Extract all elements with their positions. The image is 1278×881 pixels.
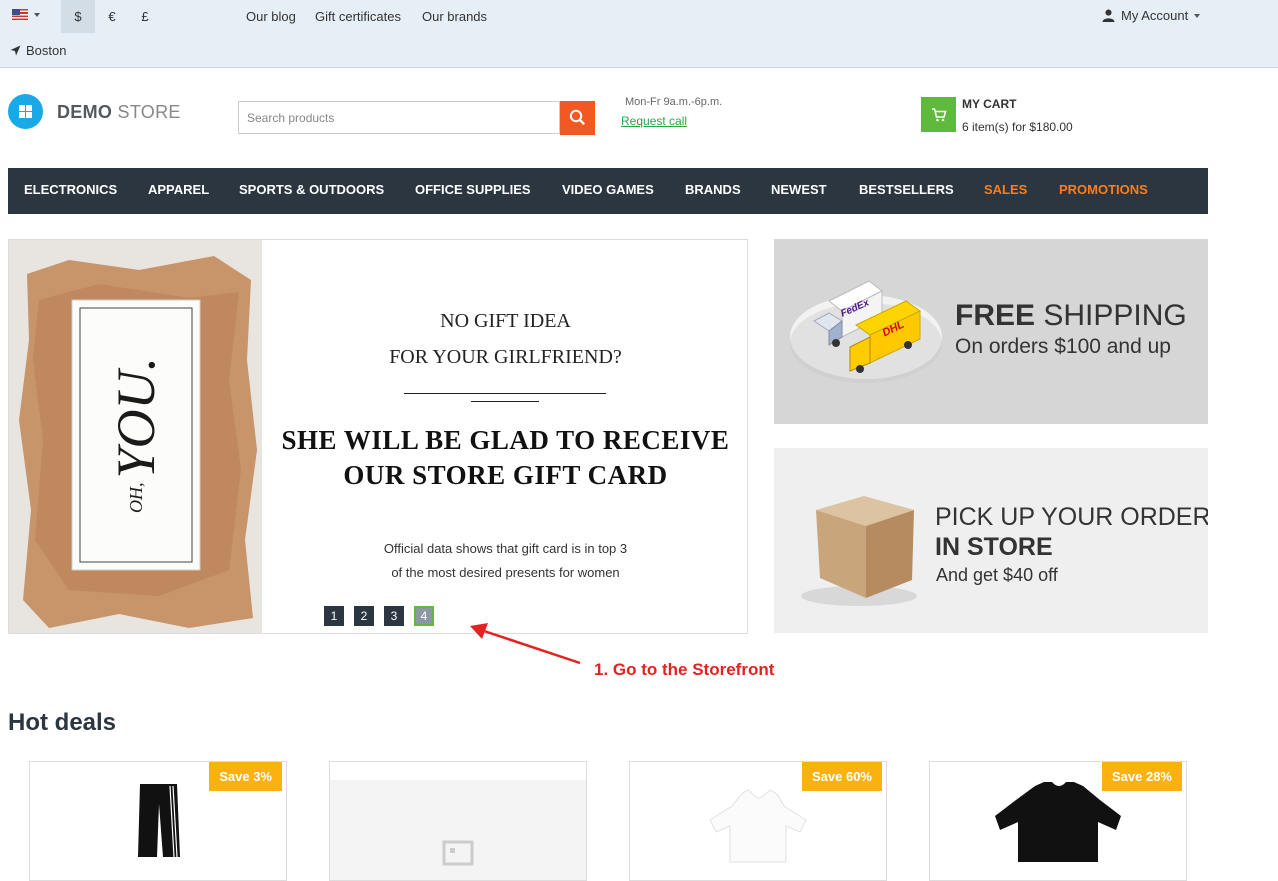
support-hours: Mon-Fr 9a.m.-6p.m. (625, 96, 723, 108)
currency-eur[interactable]: € (95, 0, 129, 33)
image-placeholder-icon (442, 840, 474, 866)
nav-sports-outdoors[interactable]: SPORTS & OUTDOORS (239, 168, 384, 214)
product-card[interactable]: Save 28% (929, 761, 1187, 881)
top-bar: $ € £ Our blog Gift certificates Our bra… (0, 0, 1278, 68)
free-shipping-banner[interactable]: FedEx DHL FREE SHIPPING On orders $100 a… (774, 239, 1208, 424)
cart-icon (932, 108, 947, 122)
slider-page-3[interactable]: 3 (384, 606, 404, 626)
annotation-label: 1. Go to the Storefront (594, 660, 775, 679)
free-shipping-bold: FREE (955, 299, 1036, 332)
nav-sales[interactable]: SALES (984, 168, 1027, 214)
card-text-big: YOU. (106, 356, 166, 479)
nav-office-supplies[interactable]: OFFICE SUPPLIES (415, 168, 531, 214)
pickup-in-store-banner[interactable]: PICK UP YOUR ORDER IN STORE And get $40 … (774, 448, 1208, 633)
divider-line-short (471, 401, 539, 402)
nav-newest[interactable]: NEWEST (771, 168, 827, 214)
cart-button[interactable] (921, 97, 956, 132)
free-shipping-title: FREE SHIPPING (955, 299, 1187, 333)
hot-deals-title: Hot deals (8, 709, 117, 736)
pickup-line-1: PICK UP YOUR ORDER (935, 503, 1208, 531)
nav-promotions[interactable]: PROMOTIONS (1059, 168, 1148, 214)
cart-summary[interactable]: 6 item(s) for $180.00 (962, 120, 1073, 134)
save-badge: Save 3% (209, 762, 282, 791)
slide-text-1: Official data shows that gift card is in… (383, 541, 628, 556)
store-logo[interactable]: DEMO STORE (57, 102, 181, 123)
main-nav: ELECTRONICS APPAREL SPORTS & OUTDOORS OF… (8, 168, 1208, 214)
nav-bestsellers[interactable]: BESTSELLERS (859, 168, 954, 214)
search-icon (569, 109, 585, 125)
box-image (801, 496, 917, 606)
chevron-down-icon[interactable] (34, 13, 40, 17)
hero-slider[interactable]: OH, YOU. NO GIFT IDEA FOR YOUR GIRLFRIEN… (8, 239, 748, 634)
divider-line (404, 393, 606, 394)
slide-headline-1: SHE WILL BE GLAD TO RECEIVE (281, 425, 730, 455)
pickup-line-2: IN STORE (935, 533, 1053, 561)
card-text-small: OH, (126, 482, 146, 514)
request-call-link[interactable]: Request call (621, 114, 687, 128)
slide-headline-2: OUR STORE GIFT CARD (343, 460, 668, 490)
my-account-label: My Account (1121, 8, 1189, 23)
my-account-menu[interactable]: My Account (1102, 8, 1201, 23)
slider-page-4[interactable]: 4 (414, 606, 434, 626)
nav-electronics[interactable]: ELECTRONICS (24, 168, 117, 214)
nav-brands[interactable]: BRANDS (685, 168, 741, 214)
logo-bold-text: DEMO (57, 102, 113, 122)
user-icon (1102, 9, 1115, 22)
link-our-brands[interactable]: Our brands (422, 9, 487, 24)
slider-page-2[interactable]: 2 (354, 606, 374, 626)
slide-line-1: NO GIFT IDEA (440, 310, 571, 332)
search-input[interactable]: Search products (238, 101, 560, 134)
link-our-blog[interactable]: Our blog (246, 9, 296, 24)
save-badge: Save 60% (802, 762, 882, 791)
logo-light-text: STORE (117, 102, 181, 122)
product-card[interactable] (329, 761, 587, 881)
free-shipping-rest: SHIPPING (1043, 299, 1187, 332)
product-card[interactable]: Save 3% (29, 761, 287, 881)
currency-usd[interactable]: $ (61, 0, 95, 33)
location-selector[interactable]: Boston (10, 43, 66, 58)
link-gift-certificates[interactable]: Gift certificates (315, 9, 401, 24)
cart-title[interactable]: MY CART (962, 97, 1016, 111)
currency-gbp[interactable]: £ (128, 0, 162, 33)
free-shipping-sub: On orders $100 and up (955, 335, 1171, 358)
search-button[interactable] (560, 101, 595, 135)
slide-line-2: FOR YOUR GIRLFRIEND? (389, 346, 622, 368)
gift-card-image: OH, YOU. (9, 240, 262, 633)
location-label: Boston (26, 43, 67, 58)
save-badge: Save 28% (1102, 762, 1182, 791)
slider-page-1[interactable]: 1 (324, 606, 344, 626)
location-arrow-icon (10, 45, 21, 56)
nav-apparel[interactable]: APPAREL (148, 168, 209, 214)
product-card[interactable]: Save 60% (629, 761, 887, 881)
delivery-trucks-image (790, 280, 942, 383)
us-flag-icon[interactable] (12, 9, 28, 20)
chevron-down-icon (1194, 13, 1201, 18)
slide-text-2: of the most desired presents for women (391, 565, 620, 580)
nav-video-games[interactable]: VIDEO GAMES (562, 168, 654, 214)
logo-icon[interactable] (8, 94, 43, 129)
pickup-sub: And get $40 off (936, 565, 1058, 585)
